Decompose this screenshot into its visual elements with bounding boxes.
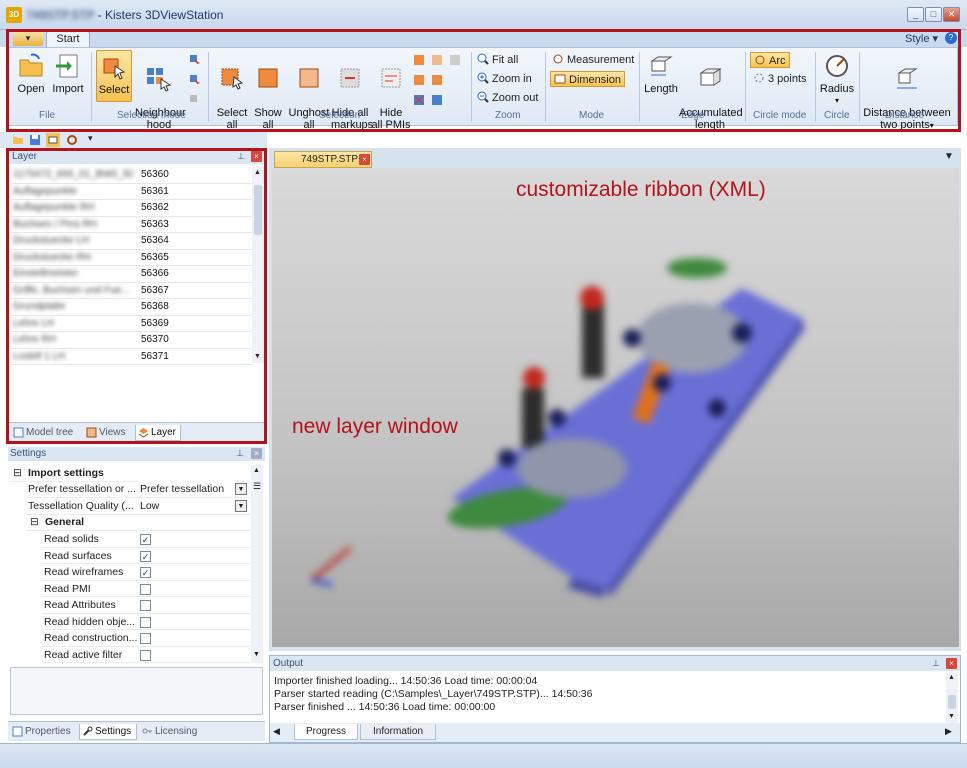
list-view-icon[interactable]: ☰ (251, 481, 263, 495)
qat-dropdown-icon[interactable]: ▾ (88, 133, 93, 144)
output-scrollbar[interactable]: ▲ ▼ (946, 673, 958, 723)
3d-model (310, 258, 805, 598)
status-bar (0, 743, 967, 768)
refresh-icon[interactable] (66, 134, 78, 146)
tab-settings[interactable]: Settings (79, 724, 137, 740)
annotation-layer: new layer window (292, 415, 458, 438)
maximize-button[interactable]: □ (925, 7, 942, 22)
close-tab-icon[interactable]: × (359, 154, 370, 165)
window-title: 749STP.STP - Kisters 3DViewStation (26, 8, 224, 22)
setting-option-row: Read active filter (42, 647, 250, 663)
checkbox[interactable]: ✓ (140, 534, 151, 545)
output-panel-title: Output (270, 656, 960, 671)
general-header[interactable]: ⊟ General (26, 514, 250, 531)
tab-properties[interactable]: Properties (10, 724, 76, 740)
output-tabs: ◀ Progress Information ▶ (270, 723, 960, 742)
setting-option-label: Read PMI (44, 582, 91, 595)
checkbox[interactable] (140, 583, 151, 595)
tessellation-quality-row: Tessellation Quality (... Low ▼ (26, 498, 250, 515)
ribbon-highlight-box (6, 29, 961, 132)
settings-panel: Settings ⊥ × ⊟ Import settings Prefer tes… (8, 447, 265, 742)
output-line: Parser finished ... 14:50:36 Load time: … (274, 701, 496, 713)
scroll-thumb[interactable] (948, 695, 956, 709)
setting-option-label: Read construction... (44, 632, 138, 644)
minimize-button[interactable]: _ (907, 7, 924, 22)
title-bar: 3D 749STP.STP - Kisters 3DViewStation _ … (0, 0, 967, 30)
setting-option-label: Read solids (44, 533, 99, 545)
setting-option-label: Read wireframes (44, 566, 124, 578)
settings-panel-title: Settings (8, 447, 265, 461)
properties-icon (12, 726, 23, 737)
collapse-icon[interactable]: ⊟ (13, 465, 22, 481)
setting-option-label: Read Attributes (44, 599, 116, 611)
tessellation-quality-select[interactable]: Low (140, 498, 236, 514)
setting-option-row: Read wireframes ✓ (42, 564, 250, 581)
close-panel-icon[interactable]: × (946, 658, 957, 669)
output-panel: Output ⊥ × Importer finished loading... … (269, 655, 961, 743)
scroll-down-icon[interactable]: ▼ (948, 713, 955, 720)
quick-access-toolbar: ▾ (0, 132, 267, 148)
folder-icon[interactable] (12, 134, 24, 146)
pin-icon[interactable]: ⊥ (236, 448, 244, 459)
tab-licensing[interactable]: Licensing (140, 724, 206, 740)
layer-highlight-box (6, 148, 267, 444)
checkbox[interactable]: ✓ (140, 567, 151, 578)
setting-option-row: Read solids ✓ (42, 531, 250, 548)
close-button[interactable]: ✕ (943, 7, 960, 22)
checkbox[interactable] (140, 633, 151, 644)
checkbox[interactable]: ✓ (140, 550, 151, 562)
tab-scroll-left-icon[interactable]: ◀ (273, 726, 280, 737)
tab-information[interactable]: Information (360, 724, 436, 740)
wrench-icon (83, 726, 93, 736)
setting-option-row: Read hidden obje... (42, 614, 250, 630)
print-icon[interactable] (46, 133, 60, 147)
setting-option-row: Read PMI (42, 581, 250, 597)
setting-option-row: Read Attributes (42, 597, 250, 614)
document-tab[interactable]: 749STP.STP × (274, 151, 372, 168)
collapse-icon[interactable]: ⊟ (30, 514, 39, 530)
scroll-up-icon[interactable]: ▲ (948, 674, 955, 681)
close-panel-icon[interactable]: × (251, 448, 262, 459)
checkbox[interactable] (140, 649, 151, 661)
setting-option-label: Read surfaces (44, 549, 112, 562)
checkbox[interactable] (140, 600, 151, 611)
app-icon: 3D (6, 7, 22, 23)
save-icon[interactable] (29, 134, 41, 146)
scroll-down-icon[interactable]: ▼ (253, 651, 260, 658)
dropdown-arrow-icon[interactable]: ▼ (235, 500, 247, 512)
pin-icon[interactable]: ⊥ (932, 658, 940, 669)
dropdown-arrow-icon[interactable]: ▼ (235, 483, 247, 495)
setting-option-label: Read hidden obje... (44, 615, 136, 628)
tab-progress[interactable]: Progress (294, 724, 358, 740)
checkbox[interactable] (140, 616, 151, 628)
tab-list-dropdown-icon[interactable]: ▼ (944, 151, 954, 162)
description-box (10, 667, 263, 715)
settings-panel-tabs: Properties Settings Licensing (8, 721, 265, 741)
output-line: Parser started reading (C:\Samples\_Laye… (274, 688, 593, 700)
key-icon (142, 728, 152, 734)
import-settings-header[interactable]: ⊟ Import settings (10, 465, 250, 482)
setting-option-row: Read construction... (42, 630, 250, 647)
prefer-tessellation-row: Prefer tessellation or ... Prefer tessel… (26, 481, 250, 498)
setting-option-label: Read active filter (44, 648, 123, 661)
3d-viewport[interactable] (272, 168, 959, 647)
prefer-tessellation-select[interactable]: Prefer tessellation (140, 481, 236, 497)
scroll-up-icon[interactable]: ▲ (253, 467, 260, 474)
output-line: Importer finished loading... 14:50:36 Lo… (274, 675, 538, 687)
setting-option-row: Read surfaces ✓ (42, 548, 250, 564)
annotation-ribbon: customizable ribbon (XML) (516, 178, 766, 201)
tab-scroll-right-icon[interactable]: ▶ (945, 726, 952, 737)
